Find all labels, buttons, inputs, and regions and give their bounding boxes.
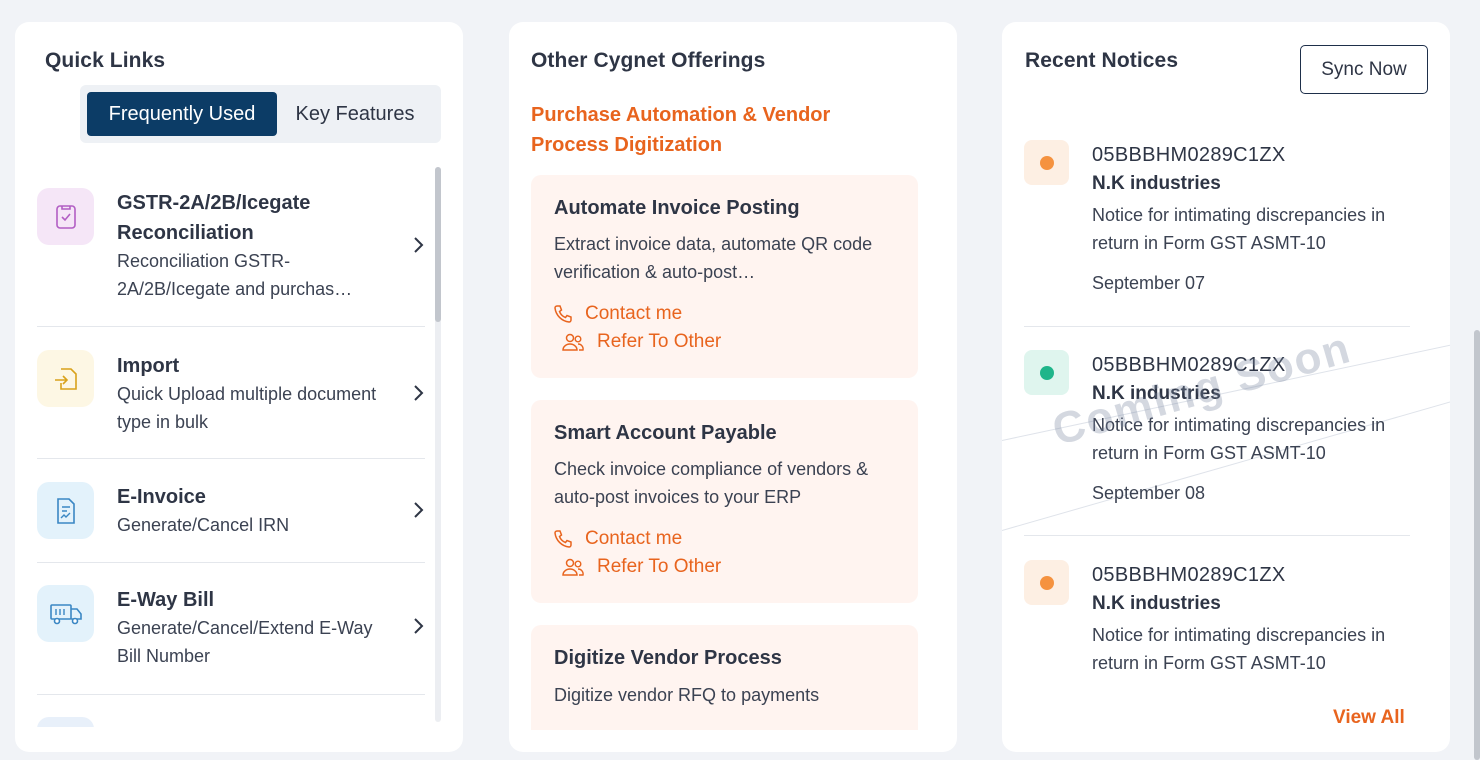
sync-now-button[interactable]: Sync Now — [1300, 45, 1428, 94]
offerings-card: Other Cygnet Offerings Purchase Automati… — [509, 22, 957, 752]
chevron-right-icon — [414, 502, 424, 518]
quick-links-title: Quick Links — [45, 49, 166, 72]
scrollbar-thumb[interactable] — [435, 167, 441, 322]
status-icon — [1024, 560, 1069, 605]
offer-card-smart-account-payable: Smart Account Payable Check invoice comp… — [531, 400, 918, 603]
quick-link-title: E-Way Bill — [117, 589, 215, 611]
refer-to-other-link[interactable]: Refer To Other — [561, 556, 721, 578]
quick-link-title: GSTR-2A/2B/Icegate Reconciliation — [117, 192, 311, 244]
offer-desc: Check invoice compliance of vendors & au… — [554, 459, 869, 507]
quick-link-title: E-Invoice — [117, 486, 206, 508]
quick-link-desc: Reconciliation GSTR-2A/2B/Icegate and pu… — [117, 251, 353, 299]
quick-link-desc: Generate/Cancel/Extend E-Way Bill Number — [117, 618, 373, 666]
quick-link-desc: Generate/Cancel IRN — [117, 515, 290, 535]
offerings-section-heading: Purchase Automation & Vendor Process Dig… — [531, 104, 831, 156]
import-icon — [37, 350, 94, 407]
users-icon — [562, 558, 584, 576]
phone-icon — [554, 530, 572, 548]
document-check-icon — [37, 188, 94, 245]
chevron-right-icon — [414, 618, 424, 634]
refer-to-other-label: Refer To Other — [597, 331, 722, 352]
refer-to-other-link[interactable]: Refer To Other — [561, 331, 721, 353]
tab-frequently-used[interactable]: Frequently Used — [87, 92, 277, 136]
divider — [1024, 535, 1410, 536]
notice-gstin: 05BBBHM0289C1ZX — [1092, 144, 1286, 166]
contact-me-link[interactable]: Contact me — [553, 528, 682, 550]
quick-link-e-way-bill[interactable]: E-Way Bill Generate/Cancel/Extend E-Way … — [37, 563, 425, 695]
notice-text: Notice for intimating discrepancies in r… — [1092, 625, 1386, 673]
offer-title: Automate Invoice Posting — [554, 197, 800, 219]
notice-gstin: 05BBBHM0289C1ZX — [1092, 564, 1286, 586]
page-scrollbar[interactable] — [1474, 330, 1480, 760]
notice-date: September 07 — [1092, 273, 1206, 293]
view-all-link[interactable]: View All — [1333, 707, 1405, 729]
offer-desc: Digitize vendor RFQ to payments — [554, 685, 820, 705]
refer-to-other-label: Refer To Other — [597, 556, 722, 577]
notice-company: N.K industries — [1092, 173, 1221, 194]
contact-me-label: Contact me — [585, 303, 683, 324]
users-icon — [562, 333, 584, 351]
quick-link-next[interactable] — [37, 695, 425, 727]
quick-links-tabs: Frequently Used Key Features — [80, 85, 441, 143]
invoice-icon — [37, 482, 94, 539]
list-item-icon — [37, 717, 94, 727]
contact-me-link[interactable]: Contact me — [553, 303, 682, 325]
offer-title: Smart Account Payable — [554, 422, 777, 444]
offer-desc: Extract invoice data, automate QR code v… — [554, 234, 873, 282]
contact-me-label: Contact me — [585, 528, 683, 549]
notice-date: September 08 — [1092, 483, 1206, 503]
status-icon — [1024, 140, 1069, 185]
chevron-right-icon — [414, 385, 424, 401]
quick-links-card: Quick Links Frequently Used Key Features… — [15, 22, 463, 752]
quick-links-list: GSTR-2A/2B/Icegate Reconciliation Reconc… — [37, 167, 425, 727]
notice-company: N.K industries — [1092, 593, 1221, 614]
truck-icon — [37, 585, 94, 642]
phone-icon — [554, 305, 572, 323]
notice-text: Notice for intimating discrepancies in r… — [1092, 205, 1386, 253]
quick-links-scrollbar[interactable] — [435, 167, 441, 722]
divider — [1024, 326, 1410, 327]
offer-title: Digitize Vendor Process — [554, 647, 782, 669]
notices-title: Recent Notices — [1025, 49, 1179, 72]
tab-key-features[interactable]: Key Features — [280, 92, 430, 136]
notices-card: Recent Notices Sync Now 05BBBHM0289C1ZX … — [1002, 22, 1450, 752]
quick-link-title: Import — [117, 355, 180, 377]
quick-link-e-invoice[interactable]: E-Invoice Generate/Cancel IRN — [37, 459, 425, 563]
offerings-title: Other Cygnet Offerings — [531, 49, 766, 72]
offer-card-automate-invoice: Automate Invoice Posting Extract invoice… — [531, 175, 918, 378]
chevron-right-icon — [414, 237, 424, 253]
status-icon — [1024, 350, 1069, 395]
quick-link-import[interactable]: Import Quick Upload multiple document ty… — [37, 327, 425, 459]
quick-link-gstr-reconciliation[interactable]: GSTR-2A/2B/Icegate Reconciliation Reconc… — [37, 167, 425, 327]
offer-card-digitize-vendor: Digitize Vendor Process Digitize vendor … — [531, 625, 918, 730]
quick-link-desc: Quick Upload multiple document type in b… — [117, 384, 377, 432]
